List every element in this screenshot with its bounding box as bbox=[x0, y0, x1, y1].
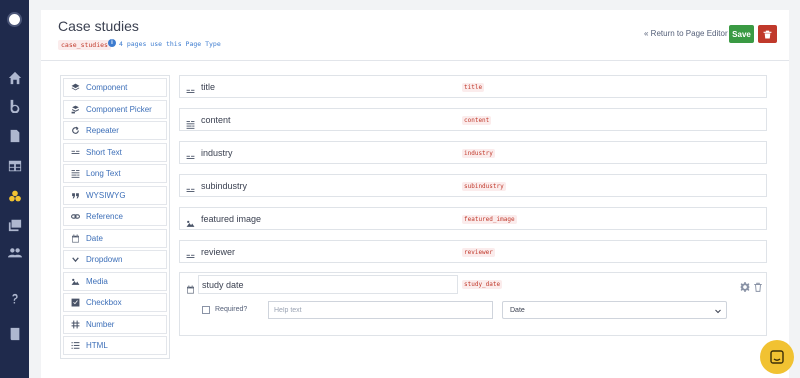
book-icon[interactable] bbox=[6, 325, 23, 342]
palette-item-label: Dropdown bbox=[86, 255, 123, 264]
field-row[interactable]: reviewer reviewer bbox=[179, 240, 767, 263]
field-name: title bbox=[201, 82, 216, 92]
delete-page-type-button[interactable] bbox=[758, 25, 777, 43]
palette-item-checkbox[interactable]: Checkbox bbox=[63, 293, 167, 312]
chat-icon bbox=[770, 350, 784, 364]
layers-icon bbox=[71, 83, 80, 92]
palette-item-repeater[interactable]: Repeater bbox=[63, 121, 167, 140]
chevron-down-icon bbox=[71, 255, 80, 264]
page-header: Case studies case_studies i 4 pages use … bbox=[41, 10, 789, 61]
left-rail bbox=[0, 0, 29, 378]
field-type-palette: Component Component Picker Repeater Short T… bbox=[60, 75, 170, 359]
document-icon[interactable] bbox=[6, 127, 23, 144]
avatar[interactable] bbox=[7, 12, 22, 27]
required-checkbox[interactable] bbox=[202, 306, 210, 314]
field-row[interactable]: subindustry subindustry bbox=[179, 174, 767, 197]
field-name: content bbox=[201, 115, 231, 125]
page-type-editor: Component Component Picker Repeater Short T… bbox=[41, 61, 789, 378]
field-slug: study_date bbox=[462, 280, 503, 289]
info-icon: i bbox=[108, 39, 116, 47]
field-row[interactable]: content content bbox=[179, 108, 767, 131]
palette-item-label: Checkbox bbox=[86, 298, 122, 307]
required-label: Required? bbox=[215, 306, 248, 313]
help-icon[interactable] bbox=[6, 290, 23, 307]
field-type-select[interactable]: Date bbox=[502, 301, 727, 319]
brand-icon[interactable] bbox=[6, 97, 23, 114]
palette-item-html[interactable]: HTML bbox=[63, 336, 167, 355]
repeat-icon bbox=[71, 126, 80, 135]
palette-item-component-picker[interactable]: Component Picker bbox=[63, 99, 167, 119]
field-name-input[interactable] bbox=[198, 275, 458, 294]
page-type-slug: case_studies bbox=[58, 40, 111, 50]
palette-item-wysiwyg[interactable]: WYSIWYG bbox=[63, 185, 167, 205]
media-library-icon[interactable] bbox=[6, 216, 23, 233]
save-button[interactable]: Save bbox=[729, 25, 754, 43]
field-slug: industry bbox=[462, 149, 495, 158]
field-type-value: Date bbox=[510, 306, 525, 314]
palette-item-reference[interactable]: Reference bbox=[63, 207, 167, 226]
image-icon bbox=[186, 215, 195, 227]
field-slug: featured_image bbox=[462, 215, 517, 224]
chevron-down-icon bbox=[715, 309, 721, 314]
palette-item-label: Repeater bbox=[86, 126, 119, 135]
long-text-icon bbox=[186, 116, 195, 129]
field-slug: content bbox=[462, 116, 492, 125]
field-row[interactable]: featured image featured_image bbox=[179, 207, 767, 230]
quote-icon bbox=[71, 191, 80, 200]
field-name: reviewer bbox=[201, 247, 236, 257]
pages-using-link[interactable]: 4 pages use this Page Type bbox=[119, 40, 221, 48]
list-icon bbox=[71, 341, 80, 350]
palette-item-component[interactable]: Component bbox=[63, 78, 167, 97]
short-text-icon bbox=[186, 248, 195, 258]
short-text-icon bbox=[71, 148, 80, 157]
palette-item-label: Number bbox=[86, 319, 115, 329]
components-icon[interactable] bbox=[6, 187, 23, 204]
palette-item-long-text[interactable]: Long Text bbox=[63, 164, 167, 183]
field-row[interactable]: title title bbox=[179, 75, 767, 98]
help-text-input[interactable] bbox=[268, 301, 493, 319]
field-name: featured image bbox=[201, 214, 262, 224]
palette-item-label: Long Text bbox=[86, 169, 121, 178]
field-slug: subindustry bbox=[462, 182, 506, 191]
palette-item-label: Date bbox=[86, 233, 103, 243]
palette-item-date[interactable]: Date bbox=[63, 228, 167, 248]
chat-launcher[interactable] bbox=[760, 340, 794, 374]
hash-icon bbox=[71, 320, 80, 329]
palette-item-label: Media bbox=[86, 276, 108, 286]
palette-item-short-text[interactable]: Short Text bbox=[63, 142, 167, 162]
field-name: subindustry bbox=[201, 181, 248, 191]
field-row[interactable]: industry industry bbox=[179, 141, 767, 164]
gear-icon[interactable] bbox=[740, 279, 750, 292]
field-name: industry bbox=[201, 148, 233, 158]
long-text-icon bbox=[71, 169, 80, 178]
calendar-icon bbox=[186, 281, 195, 294]
palette-item-label: WYSIWYG bbox=[86, 190, 126, 200]
palette-item-dropdown[interactable]: Dropdown bbox=[63, 250, 167, 269]
checkbox-icon bbox=[71, 298, 80, 307]
home-icon[interactable] bbox=[6, 69, 23, 86]
trash-icon bbox=[763, 30, 772, 38]
short-text-icon bbox=[186, 83, 195, 93]
return-to-page-editor-link[interactable]: « Return to Page Editor bbox=[644, 29, 728, 38]
table-icon[interactable] bbox=[6, 157, 23, 174]
calendar-icon bbox=[71, 234, 80, 243]
palette-item-label: Component bbox=[86, 83, 128, 92]
palette-item-number[interactable]: Number bbox=[63, 314, 167, 334]
short-text-icon bbox=[186, 149, 195, 159]
palette-item-label: HTML bbox=[86, 341, 108, 350]
image-icon bbox=[71, 277, 80, 286]
palette-item-label: Reference bbox=[86, 212, 123, 221]
trash-icon[interactable] bbox=[753, 279, 763, 292]
expanded-field-row[interactable]: study_date Required? Date bbox=[179, 272, 767, 336]
palette-item-label: Component Picker bbox=[86, 104, 152, 114]
page-title: Case studies bbox=[58, 18, 139, 34]
field-slug: title bbox=[462, 83, 485, 92]
field-slug: reviewer bbox=[462, 248, 495, 257]
palette-item-label: Short Text bbox=[86, 147, 122, 157]
link-icon bbox=[71, 212, 80, 221]
short-text-icon bbox=[186, 182, 195, 192]
component-picker-icon bbox=[71, 105, 80, 114]
palette-item-media[interactable]: Media bbox=[63, 271, 167, 291]
users-icon[interactable] bbox=[6, 244, 23, 261]
